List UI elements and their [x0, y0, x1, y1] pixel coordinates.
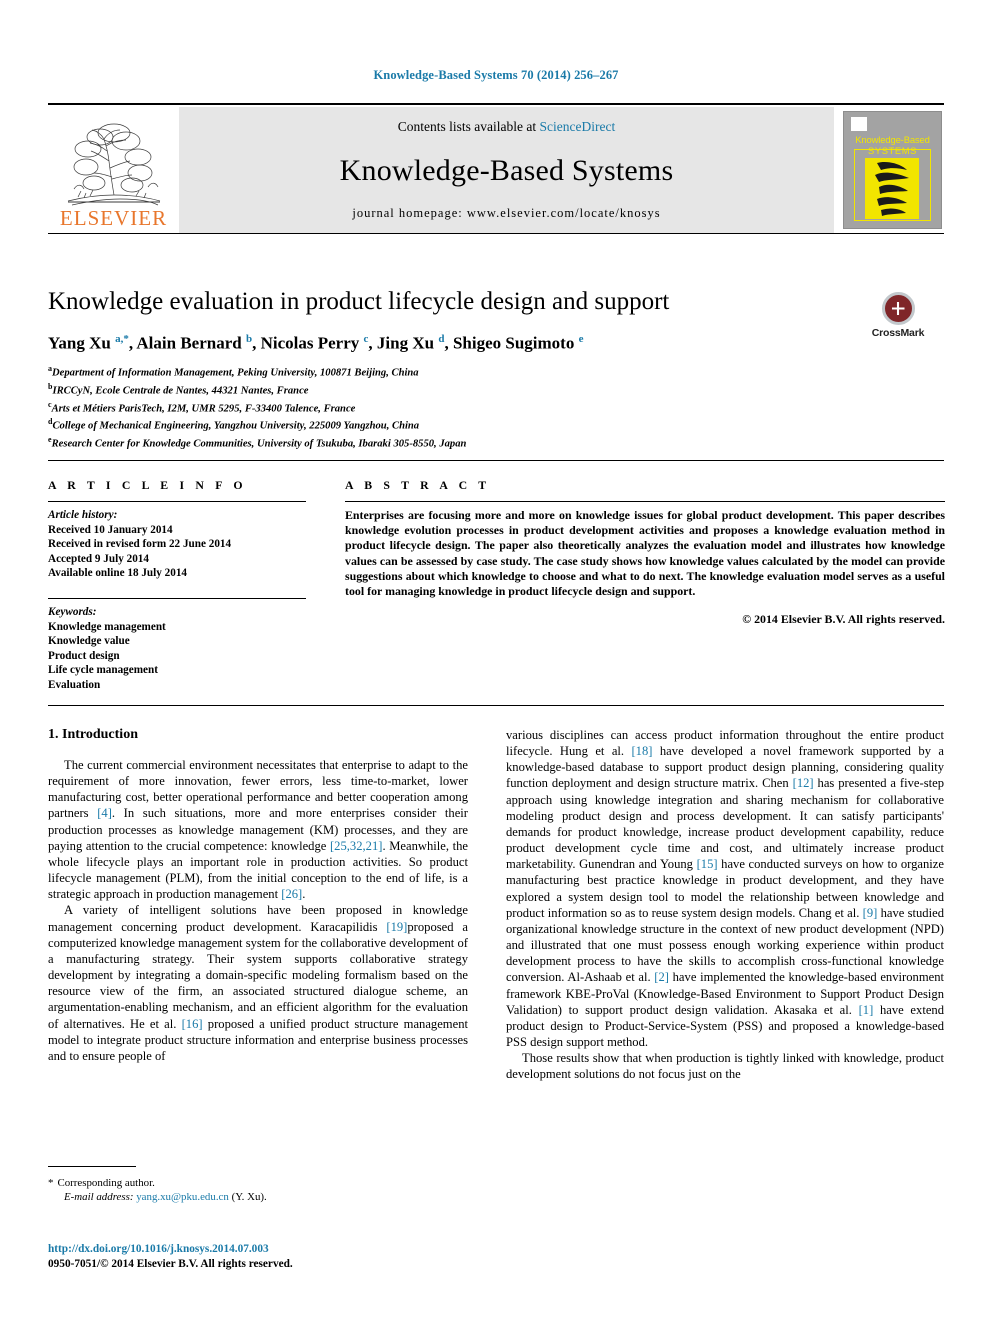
body-text-run: . [302, 887, 306, 902]
affiliation-text: IRCCyN, Ecole Centrale de Nantes, 44321 … [52, 385, 309, 397]
body-text-run: Those results show that when production … [506, 1051, 944, 1082]
affiliation-item: bIRCCyN, Ecole Centrale de Nantes, 44321… [48, 380, 944, 398]
article-history-item: Received 10 January 2014 [48, 523, 173, 536]
citation-reference[interactable]: [19] [386, 920, 407, 934]
abstract-column: A B S T R A C T Enterprises are focusing… [345, 478, 945, 627]
article-history-label: Article history: [48, 509, 118, 521]
cover-artwork-icon [865, 158, 919, 219]
email-label: E-mail address: [64, 1191, 134, 1204]
affiliation-text: Department of Information Management, Pe… [52, 367, 419, 379]
citation-reference[interactable]: [16] [182, 1017, 203, 1031]
journal-masthead: ELSEVIER Contents lists available at Sci… [48, 103, 944, 234]
affiliation-item: cArts et Métiers ParisTech, I2M, UMR 529… [48, 398, 944, 416]
crossmark-badge[interactable]: CrossMark [846, 292, 950, 339]
right-paragraphs: various disciplines can access product i… [506, 727, 944, 1082]
keyword-item: Evaluation [48, 678, 101, 691]
body-column-right: various disciplines can access product i… [506, 727, 944, 1082]
masthead-center: Contents lists available at ScienceDirec… [179, 107, 834, 233]
citation-reference[interactable]: [26] [281, 887, 302, 901]
corresponding-author-text: Corresponding author. [57, 1177, 155, 1189]
elsevier-tree-icon [67, 123, 160, 206]
body-text-run: proposed a computerized knowledge manage… [48, 919, 468, 1031]
paper-title: Knowledge evaluation in product lifecycl… [48, 288, 670, 315]
paper-page: Knowledge-Based Systems 70 (2014) 256–26… [0, 0, 992, 1323]
issn-copyright-line: 0950-7051/© 2014 Elsevier B.V. All right… [48, 1257, 293, 1270]
publisher-footer: http://dx.doi.org/10.1016/j.knosys.2014.… [48, 1242, 508, 1271]
footnote-rule [48, 1166, 136, 1167]
affiliation-item: aDepartment of Information Management, P… [48, 362, 944, 380]
body-paragraph: Those results show that when production … [506, 1050, 944, 1082]
citation-reference[interactable]: [18] [631, 744, 652, 758]
email-note: E-mail address: yang.xu@pku.edu.cn (Y. X… [64, 1190, 468, 1204]
elsevier-logo: ELSEVIER [48, 107, 179, 233]
abstract-text: Enterprises are focusing more and more o… [345, 508, 945, 599]
article-info-heading: A R T I C L E I N F O [48, 478, 247, 492]
elsevier-wordmark: ELSEVIER [59, 206, 168, 230]
citation-reference[interactable]: [9] [863, 906, 878, 920]
contents-available-line: Contents lists available at ScienceDirec… [398, 119, 615, 135]
affiliation-item: dCollege of Mechanical Engineering, Yang… [48, 415, 944, 433]
abstract-heading: A B S T R A C T [345, 478, 491, 492]
info-top-rule [48, 460, 944, 461]
journal-homepage-line[interactable]: journal homepage: www.elsevier.com/locat… [352, 206, 660, 221]
affiliation-text: Arts et Métiers ParisTech, I2M, UMR 5295… [51, 403, 356, 415]
cover-elsevier-mark-icon [851, 117, 867, 131]
corresponding-author-note: * Corresponding author. [48, 1176, 468, 1190]
citation-reference[interactable]: [1] [859, 1003, 874, 1017]
crossmark-label: CrossMark [871, 327, 925, 339]
footnote-marker: * [48, 1177, 54, 1189]
body-column-left: 1. Introduction The current commercial e… [48, 727, 468, 1064]
article-info-column: A R T I C L E I N F O Article history: R… [48, 478, 306, 693]
article-history-item: Available online 18 July 2014 [48, 567, 188, 580]
cover-title-line1: Knowledge-Based [855, 134, 930, 145]
body-paragraph: A variety of intelligent solutions have … [48, 902, 468, 1064]
keyword-item: Knowledge management [48, 620, 166, 633]
body-paragraph: various disciplines can access product i… [506, 727, 944, 1050]
abstract-rule [345, 501, 945, 502]
affiliation-list: aDepartment of Information Management, P… [48, 362, 944, 452]
keyword-item: Life cycle management [48, 664, 158, 677]
affiliation-item: eResearch Center for Knowledge Communiti… [48, 433, 944, 451]
article-history-item: Received in revised form 22 June 2014 [48, 538, 232, 551]
citation-reference[interactable]: [4] [97, 806, 112, 820]
email-link[interactable]: yang.xu@pku.edu.cn [136, 1191, 229, 1203]
section-heading-introduction: 1. Introduction [48, 727, 138, 742]
left-paragraphs: The current commercial environment neces… [48, 757, 468, 1064]
affiliation-text: College of Mechanical Engineering, Yangz… [52, 421, 420, 432]
citation-reference[interactable]: [15] [697, 857, 718, 871]
cover-helix-icon [875, 161, 909, 216]
running-head: Knowledge-Based Systems 70 (2014) 256–26… [373, 68, 619, 82]
journal-title: Knowledge-Based Systems [339, 153, 674, 187]
body-top-rule [48, 705, 944, 706]
journal-cover-thumbnail: Knowledge-Based SYSTEMS [834, 107, 944, 233]
author-list: Yang Xu a,*, Alain Bernard b, Nicolas Pe… [48, 333, 584, 353]
article-history-item: Accepted 9 July 2014 [48, 552, 149, 565]
crossmark-icon [881, 292, 915, 325]
footnote-block: * Corresponding author. E-mail address: y… [48, 1176, 468, 1205]
body-paragraph: The current commercial environment neces… [48, 757, 468, 902]
affiliation-text: Research Center for Knowledge Communitie… [51, 438, 467, 450]
contents-available-text: Contents lists available at [397, 119, 540, 134]
keyword-item: Product design [48, 649, 120, 662]
sciencedirect-link[interactable]: ScienceDirect [540, 119, 616, 134]
abstract-copyright: © 2014 Elsevier B.V. All rights reserved… [742, 612, 945, 627]
citation-reference[interactable]: [12] [793, 776, 814, 790]
citation-reference[interactable]: [2] [654, 970, 669, 984]
title-block: Knowledge evaluation in product lifecycl… [48, 287, 944, 451]
keyword-item: Knowledge value [48, 635, 130, 648]
email-suffix: (Y. Xu). [231, 1191, 267, 1204]
doi-link[interactable]: http://dx.doi.org/10.1016/j.knosys.2014.… [48, 1242, 508, 1257]
citation-reference[interactable]: [25,32,21] [330, 839, 382, 853]
article-info-rule [48, 501, 306, 502]
keywords-rule [48, 597, 306, 599]
keywords-label: Keywords: [48, 605, 97, 618]
